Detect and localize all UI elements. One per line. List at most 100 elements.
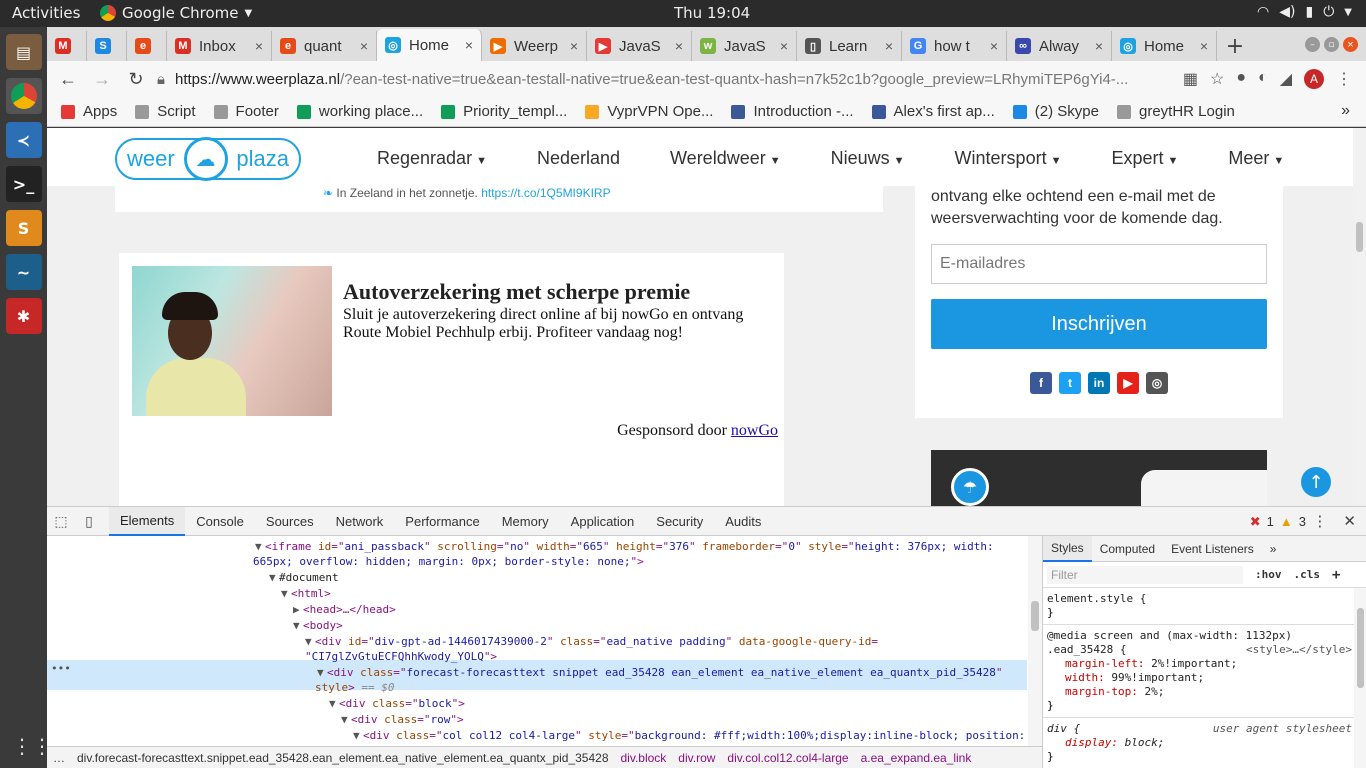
bookmark-item[interactable]: working place... xyxy=(296,103,423,120)
files-icon[interactable]: ▤ xyxy=(5,34,42,70)
menu-kebab-icon[interactable]: ⋮ xyxy=(1336,69,1352,89)
extension-icon[interactable]: ● xyxy=(1236,69,1246,89)
styles-tab[interactable]: Computed xyxy=(1092,536,1163,562)
bookmark-item[interactable]: Script xyxy=(135,103,196,120)
email-field[interactable]: E-mailadres xyxy=(931,244,1267,284)
issues-counter[interactable]: ✖ 1 ▲ 3 xyxy=(1250,514,1306,530)
nav-item[interactable]: Expert ▼ xyxy=(1111,148,1178,169)
nav-item[interactable]: Nederland xyxy=(537,148,620,169)
ellipsis-icon[interactable]: … xyxy=(53,751,65,765)
breadcrumb-item[interactable]: div.forecast-forecasttext.snippet.ead_35… xyxy=(77,751,609,765)
tab[interactable]: ▯ Learn × xyxy=(797,31,902,61)
bookmark-item[interactable]: (2) Skype xyxy=(1012,103,1099,120)
vscode-icon[interactable]: ≺ xyxy=(5,122,42,158)
devtools-tab[interactable]: Performance xyxy=(394,507,490,536)
devtools-tab[interactable]: Audits xyxy=(714,507,772,536)
close-icon[interactable]: × xyxy=(570,38,578,54)
devtools-tab[interactable]: Security xyxy=(645,507,714,536)
bookmark-item[interactable]: Alex's first ap... xyxy=(871,103,995,120)
dom-node-line[interactable]: ▼ <div class="block"> xyxy=(329,697,465,710)
bookmark-item[interactable]: Introduction -... xyxy=(731,103,854,120)
activities-button[interactable]: Activities xyxy=(12,4,80,22)
scroll-to-top-button[interactable]: ↑ xyxy=(1301,467,1331,497)
system-tray[interactable]: ◠ ◀) ▮ ⏻ ▼ xyxy=(1257,4,1352,20)
dom-node-line[interactable]: ▶ <head>…</head> xyxy=(293,603,396,616)
breadcrumb-item[interactable]: a.ea_expand.ea_link xyxy=(861,751,972,765)
ua-rule[interactable]: user agent stylesheet div { display: blo… xyxy=(1043,718,1366,768)
devtools-tab[interactable]: Memory xyxy=(491,507,560,536)
elements-scrollbar[interactable] xyxy=(1028,536,1042,746)
chrome-launcher-icon[interactable] xyxy=(5,78,42,114)
styles-scrollbar[interactable] xyxy=(1354,588,1366,768)
tab[interactable]: M Inbox × xyxy=(167,31,272,61)
close-icon[interactable]: × xyxy=(780,38,788,54)
sublime-icon[interactable]: S xyxy=(5,210,42,246)
close-icon[interactable]: × xyxy=(675,38,683,54)
youtube-icon[interactable]: ▶ xyxy=(1117,372,1139,394)
bookmark-item[interactable]: Priority_templ... xyxy=(441,103,567,120)
bookmark-item[interactable]: VyprVPN Ope... xyxy=(585,103,713,120)
styles-tab[interactable]: Event Listeners xyxy=(1163,536,1262,562)
translate-icon[interactable]: ▦ xyxy=(1183,69,1198,89)
dom-node-line[interactable]: ▼ <html> xyxy=(281,587,331,600)
device-toggle-icon[interactable]: ▯ xyxy=(75,513,103,530)
profile-avatar[interactable]: A xyxy=(1304,69,1324,89)
dom-node-line[interactable]: style> == $0 xyxy=(315,681,395,694)
nav-item[interactable]: Regenradar ▼ xyxy=(377,148,487,169)
dom-node-line[interactable]: ▼ <div class="row"> xyxy=(341,713,464,726)
breadcrumb-item[interactable]: div.col.col12.col4-large xyxy=(727,751,848,765)
devtools-tab[interactable]: Application xyxy=(560,507,646,536)
tab[interactable]: ◎ Home × xyxy=(1112,31,1217,61)
linkedin-icon[interactable]: in xyxy=(1088,372,1110,394)
nav-item[interactable]: Meer ▼ xyxy=(1228,148,1284,169)
media-rule[interactable]: @media screen and (max-width: 1132px) .e… xyxy=(1043,625,1366,718)
tab[interactable]: ▶ Weerp × xyxy=(482,31,587,61)
devtools-tab[interactable]: Elements xyxy=(109,506,186,536)
tab[interactable]: w JavaS × xyxy=(692,31,797,61)
dom-node-line[interactable]: ▼ <div id="div-gpt-ad-1446017439000-2" cl… xyxy=(305,635,878,648)
twitter-icon[interactable]: t xyxy=(1059,372,1081,394)
subscribe-button[interactable]: Inschrijven xyxy=(931,299,1267,349)
app-menu[interactable]: Google Chrome ▼ xyxy=(100,4,252,22)
ad-image[interactable] xyxy=(132,266,332,416)
close-icon[interactable]: × xyxy=(360,38,368,54)
devtools-tab[interactable]: Console xyxy=(185,507,255,536)
styles-tab[interactable]: Styles xyxy=(1043,536,1092,562)
dom-node-line[interactable]: ▼ <div class="col col12 col4-large" style… xyxy=(353,729,1025,742)
devtools-tab[interactable]: Sources xyxy=(255,507,325,536)
css-declaration[interactable]: width: 99%!important; xyxy=(1047,671,1362,685)
instagram-icon[interactable]: ◎ xyxy=(1146,372,1168,394)
chevron-double-right-icon[interactable]: » xyxy=(1341,102,1350,120)
chevron-double-right-icon[interactable]: » xyxy=(1262,536,1285,562)
extension-icon[interactable]: ◐ xyxy=(1258,69,1268,89)
inspect-icon[interactable]: ⬚ xyxy=(47,513,75,530)
dom-node-line[interactable]: 665px; overflow: hidden; margin: 0px; bo… xyxy=(253,555,644,568)
tab[interactable]: S xyxy=(87,31,127,61)
tab[interactable]: ▶ JavaS × xyxy=(587,31,692,61)
rule-source-link[interactable]: <style>…</style> xyxy=(1246,643,1352,657)
minimize-icon[interactable]: – xyxy=(1305,37,1320,52)
clock[interactable]: Thu 19:04 xyxy=(674,4,750,22)
breadcrumb-item[interactable]: div.row xyxy=(678,751,715,765)
nav-item[interactable]: Wereldweer ▼ xyxy=(670,148,781,169)
dom-node-line[interactable]: ▼ <div class="forecast-forecasttext snipp… xyxy=(317,666,1003,679)
tab[interactable]: e quant × xyxy=(272,31,377,61)
node-actions-icon[interactable]: ••• xyxy=(51,662,71,675)
close-icon[interactable]: × xyxy=(990,38,998,54)
devtools-menu-icon[interactable]: ⋮ xyxy=(1312,512,1327,530)
extension-icon[interactable]: ◢ xyxy=(1280,69,1292,89)
element-style-rule[interactable]: element.style { } xyxy=(1043,588,1366,625)
tab[interactable]: e xyxy=(127,31,167,61)
weerplaza-logo[interactable]: weer ☁ plaza xyxy=(115,137,301,181)
close-icon[interactable]: × xyxy=(465,37,473,53)
lock-icon[interactable]: 🔒︎ xyxy=(157,71,165,88)
elements-tree[interactable]: ••• ▼ <iframe id="ani_passback" scrolling=… xyxy=(47,536,1042,746)
tab[interactable]: ∞ Alway × xyxy=(1007,31,1112,61)
css-declaration[interactable]: margin-top: 2%; xyxy=(1047,685,1362,699)
close-icon[interactable]: × xyxy=(255,38,263,54)
sponsor-link[interactable]: nowGo xyxy=(731,422,778,439)
dom-node-line[interactable]: ▼ <iframe id="ani_passback" scrolling="no… xyxy=(255,540,994,553)
cls-toggle[interactable]: .cls xyxy=(1294,568,1321,581)
add-rule-icon[interactable]: + xyxy=(1332,567,1340,583)
nav-item[interactable]: Nieuws ▼ xyxy=(831,148,905,169)
